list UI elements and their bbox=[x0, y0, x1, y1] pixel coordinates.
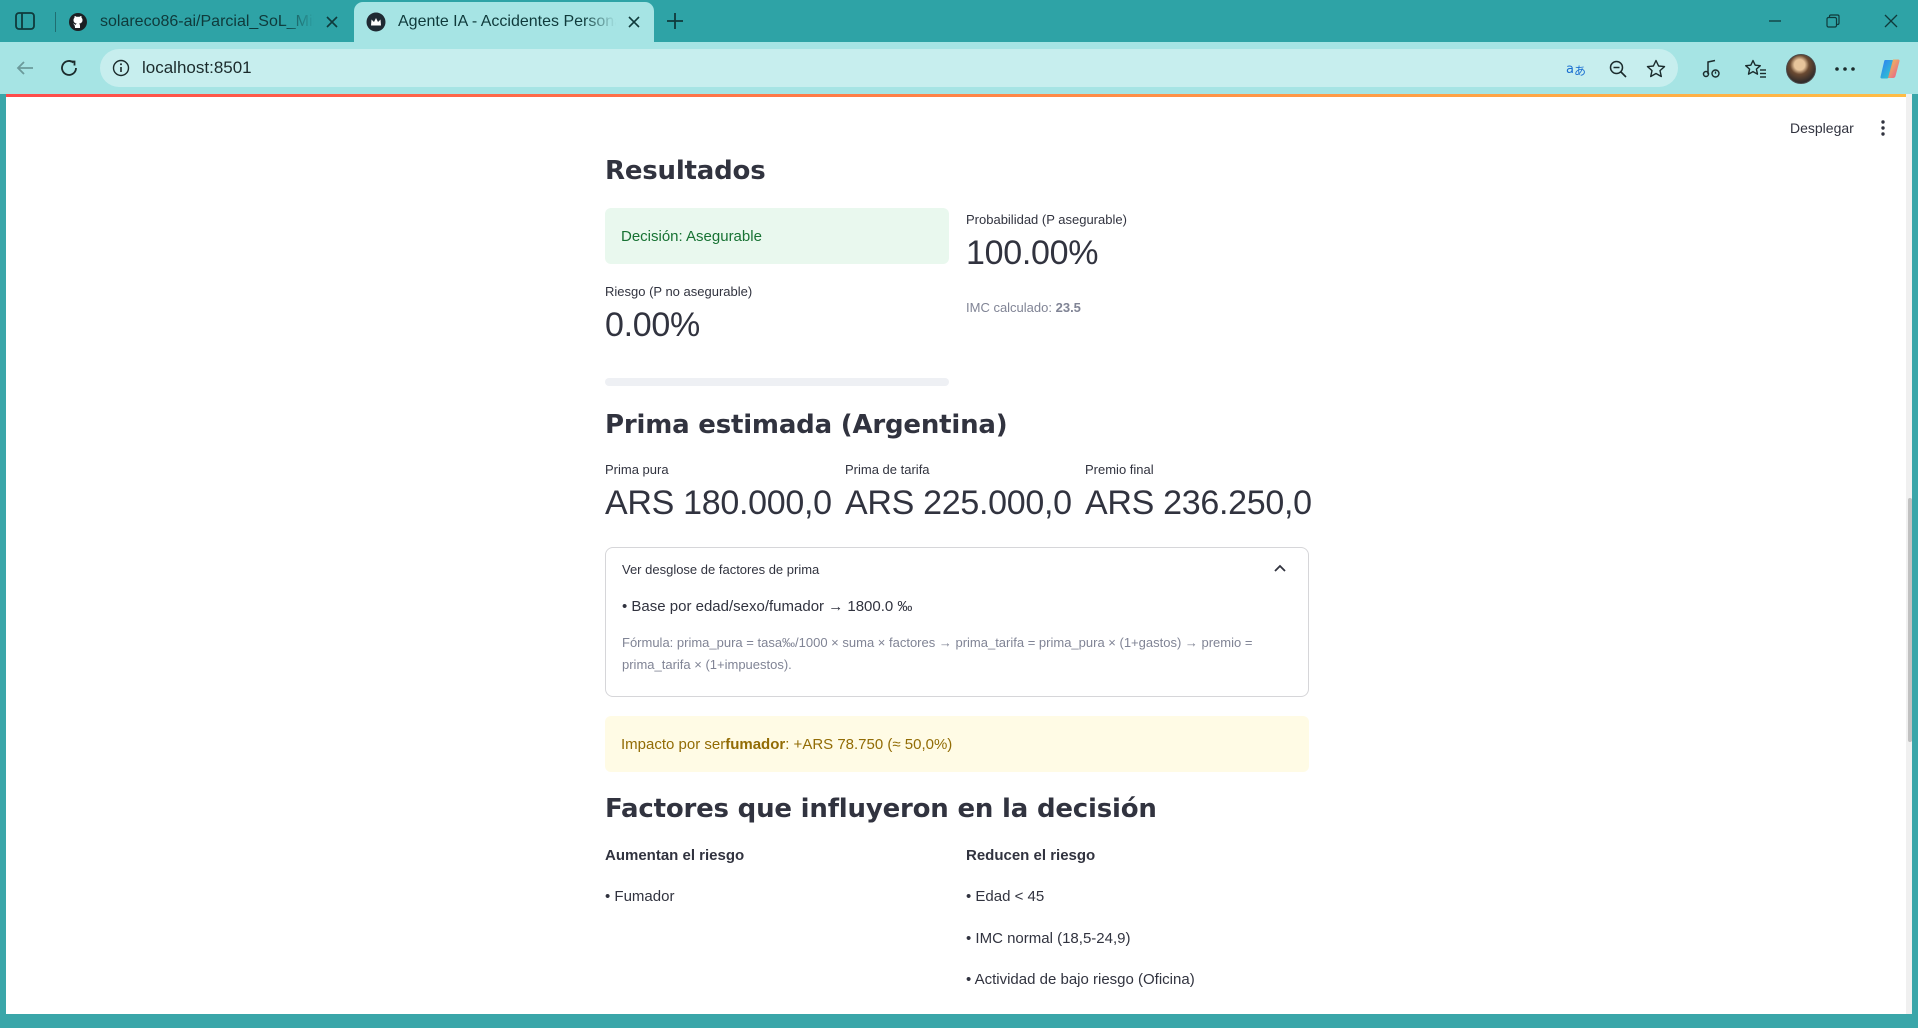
smoker-impact-alert: Impacto por ser fumador: +ARS 78.750 (≈ … bbox=[605, 716, 1309, 772]
pure-premium-label: Prima pura bbox=[605, 462, 669, 477]
increase-risk-item: • Fumador bbox=[605, 888, 675, 905]
risk-value: 0.00% bbox=[605, 306, 700, 344]
decrease-risk-item-age: • Edad < 45 bbox=[966, 888, 1045, 905]
imc-label: IMC calculado: bbox=[966, 300, 1052, 315]
url-text[interactable]: localhost:8501 bbox=[142, 58, 252, 78]
close-window-icon[interactable] bbox=[1876, 6, 1906, 36]
decrease-risk-heading: Reducen el riesgo bbox=[966, 847, 1096, 864]
close-tab-icon[interactable] bbox=[624, 12, 644, 32]
premium-formula-caption: Fórmula: prima_pura = tasa‰/1000 × suma … bbox=[622, 635, 1253, 672]
factors-heading: Factores que influyeron en la decisión bbox=[605, 794, 1157, 824]
browser-address-bar: localhost:8501 aあ bbox=[0, 42, 1918, 94]
browser-tab-bar: solareco86-ai/Parcial_SoL_Mili: Ag Agent… bbox=[0, 0, 1918, 42]
smoker-impact-bold: fumador bbox=[725, 735, 786, 753]
probability-value: 100.00% bbox=[966, 234, 1099, 272]
main-menu-icon[interactable] bbox=[1874, 118, 1892, 138]
omnibox[interactable]: localhost:8501 aあ bbox=[100, 49, 1678, 87]
copilot-icon[interactable] bbox=[1876, 55, 1904, 83]
smoker-impact-suffix: : +ARS 78.750 (≈ 50,0%) bbox=[785, 735, 953, 753]
tab-actions-icon[interactable] bbox=[12, 9, 38, 33]
premium-heading: Prima estimada (Argentina) bbox=[605, 410, 1008, 440]
profile-avatar[interactable] bbox=[1786, 54, 1816, 84]
deploy-button[interactable]: Desplegar bbox=[1790, 120, 1854, 136]
back-icon[interactable] bbox=[10, 53, 40, 83]
tariff-premium-label: Prima de tarifa bbox=[845, 462, 930, 477]
decision-alert: Decisión: Asegurable bbox=[605, 208, 949, 264]
github-icon bbox=[68, 12, 88, 32]
svg-text:a: a bbox=[1566, 62, 1574, 77]
premium-factor-item: • Base por edad/sexo/fumador → 1800.0 ‰ bbox=[622, 598, 913, 615]
browser-tab-agente-ia[interactable]: Agente IA - Accidentes Personales bbox=[354, 2, 654, 42]
close-tab-icon[interactable] bbox=[322, 12, 342, 32]
results-heading: Resultados bbox=[605, 156, 766, 186]
expander-header[interactable]: Ver desglose de factores de prima bbox=[606, 548, 1308, 592]
page-viewport: Desplegar Resultados Decisión: Asegurabl… bbox=[6, 94, 1912, 1014]
pure-premium-value: ARS 180.000,0 bbox=[605, 484, 832, 522]
streamlit-crown-icon bbox=[366, 12, 386, 32]
probability-label: Probabilidad (P asegurable) bbox=[966, 212, 1127, 227]
risk-label: Riesgo (P no asegurable) bbox=[605, 284, 753, 299]
decision-text: Decisión: Asegurable bbox=[621, 227, 762, 245]
decrease-risk-item-imc: • IMC normal (18,5-24,9) bbox=[966, 930, 1131, 947]
site-info-icon[interactable] bbox=[112, 59, 130, 77]
imc-note: IMC calculado: 23.5 bbox=[966, 300, 1081, 315]
svg-text:あ: あ bbox=[1574, 64, 1586, 78]
final-premium-value: ARS 236.250,0 bbox=[1085, 484, 1312, 522]
favorite-star-icon[interactable] bbox=[1644, 57, 1668, 81]
browser-tab-github[interactable]: solareco86-ai/Parcial_SoL_Mili: Ag bbox=[56, 2, 352, 42]
smoker-impact-prefix: Impacto por ser bbox=[621, 735, 726, 753]
more-options-icon[interactable] bbox=[1831, 55, 1859, 83]
chevron-up-icon[interactable] bbox=[1274, 564, 1286, 572]
expander-title: Ver desglose de factores de prima bbox=[622, 562, 820, 577]
tariff-premium-value: ARS 225.000,0 bbox=[845, 484, 1072, 522]
media-control-icon[interactable] bbox=[1697, 55, 1725, 83]
imc-value: 23.5 bbox=[1055, 300, 1081, 315]
risk-progress-bar bbox=[605, 378, 949, 386]
increase-risk-heading: Aumentan el riesgo bbox=[605, 847, 745, 864]
tab-title: solareco86-ai/Parcial_SoL_Mili: Ag bbox=[100, 13, 314, 30]
tab-title: Agente IA - Accidentes Personales bbox=[398, 13, 616, 30]
page-scrollbar-thumb[interactable] bbox=[1908, 498, 1912, 742]
translate-icon[interactable]: aあ bbox=[1564, 57, 1588, 81]
final-premium-label: Premio final bbox=[1085, 462, 1154, 477]
app-header-decoration bbox=[6, 94, 1912, 97]
restore-icon[interactable] bbox=[1818, 6, 1848, 36]
new-tab-icon[interactable] bbox=[662, 8, 688, 34]
decrease-risk-item-activity: • Actividad de bajo riesgo (Oficina) bbox=[966, 971, 1195, 988]
reload-icon[interactable] bbox=[54, 53, 84, 83]
favorites-icon[interactable] bbox=[1742, 55, 1770, 83]
minimize-icon[interactable] bbox=[1760, 6, 1790, 36]
premium-breakdown-expander: Ver desglose de factores de prima • Base… bbox=[605, 547, 1309, 697]
zoom-out-icon[interactable] bbox=[1606, 57, 1630, 81]
